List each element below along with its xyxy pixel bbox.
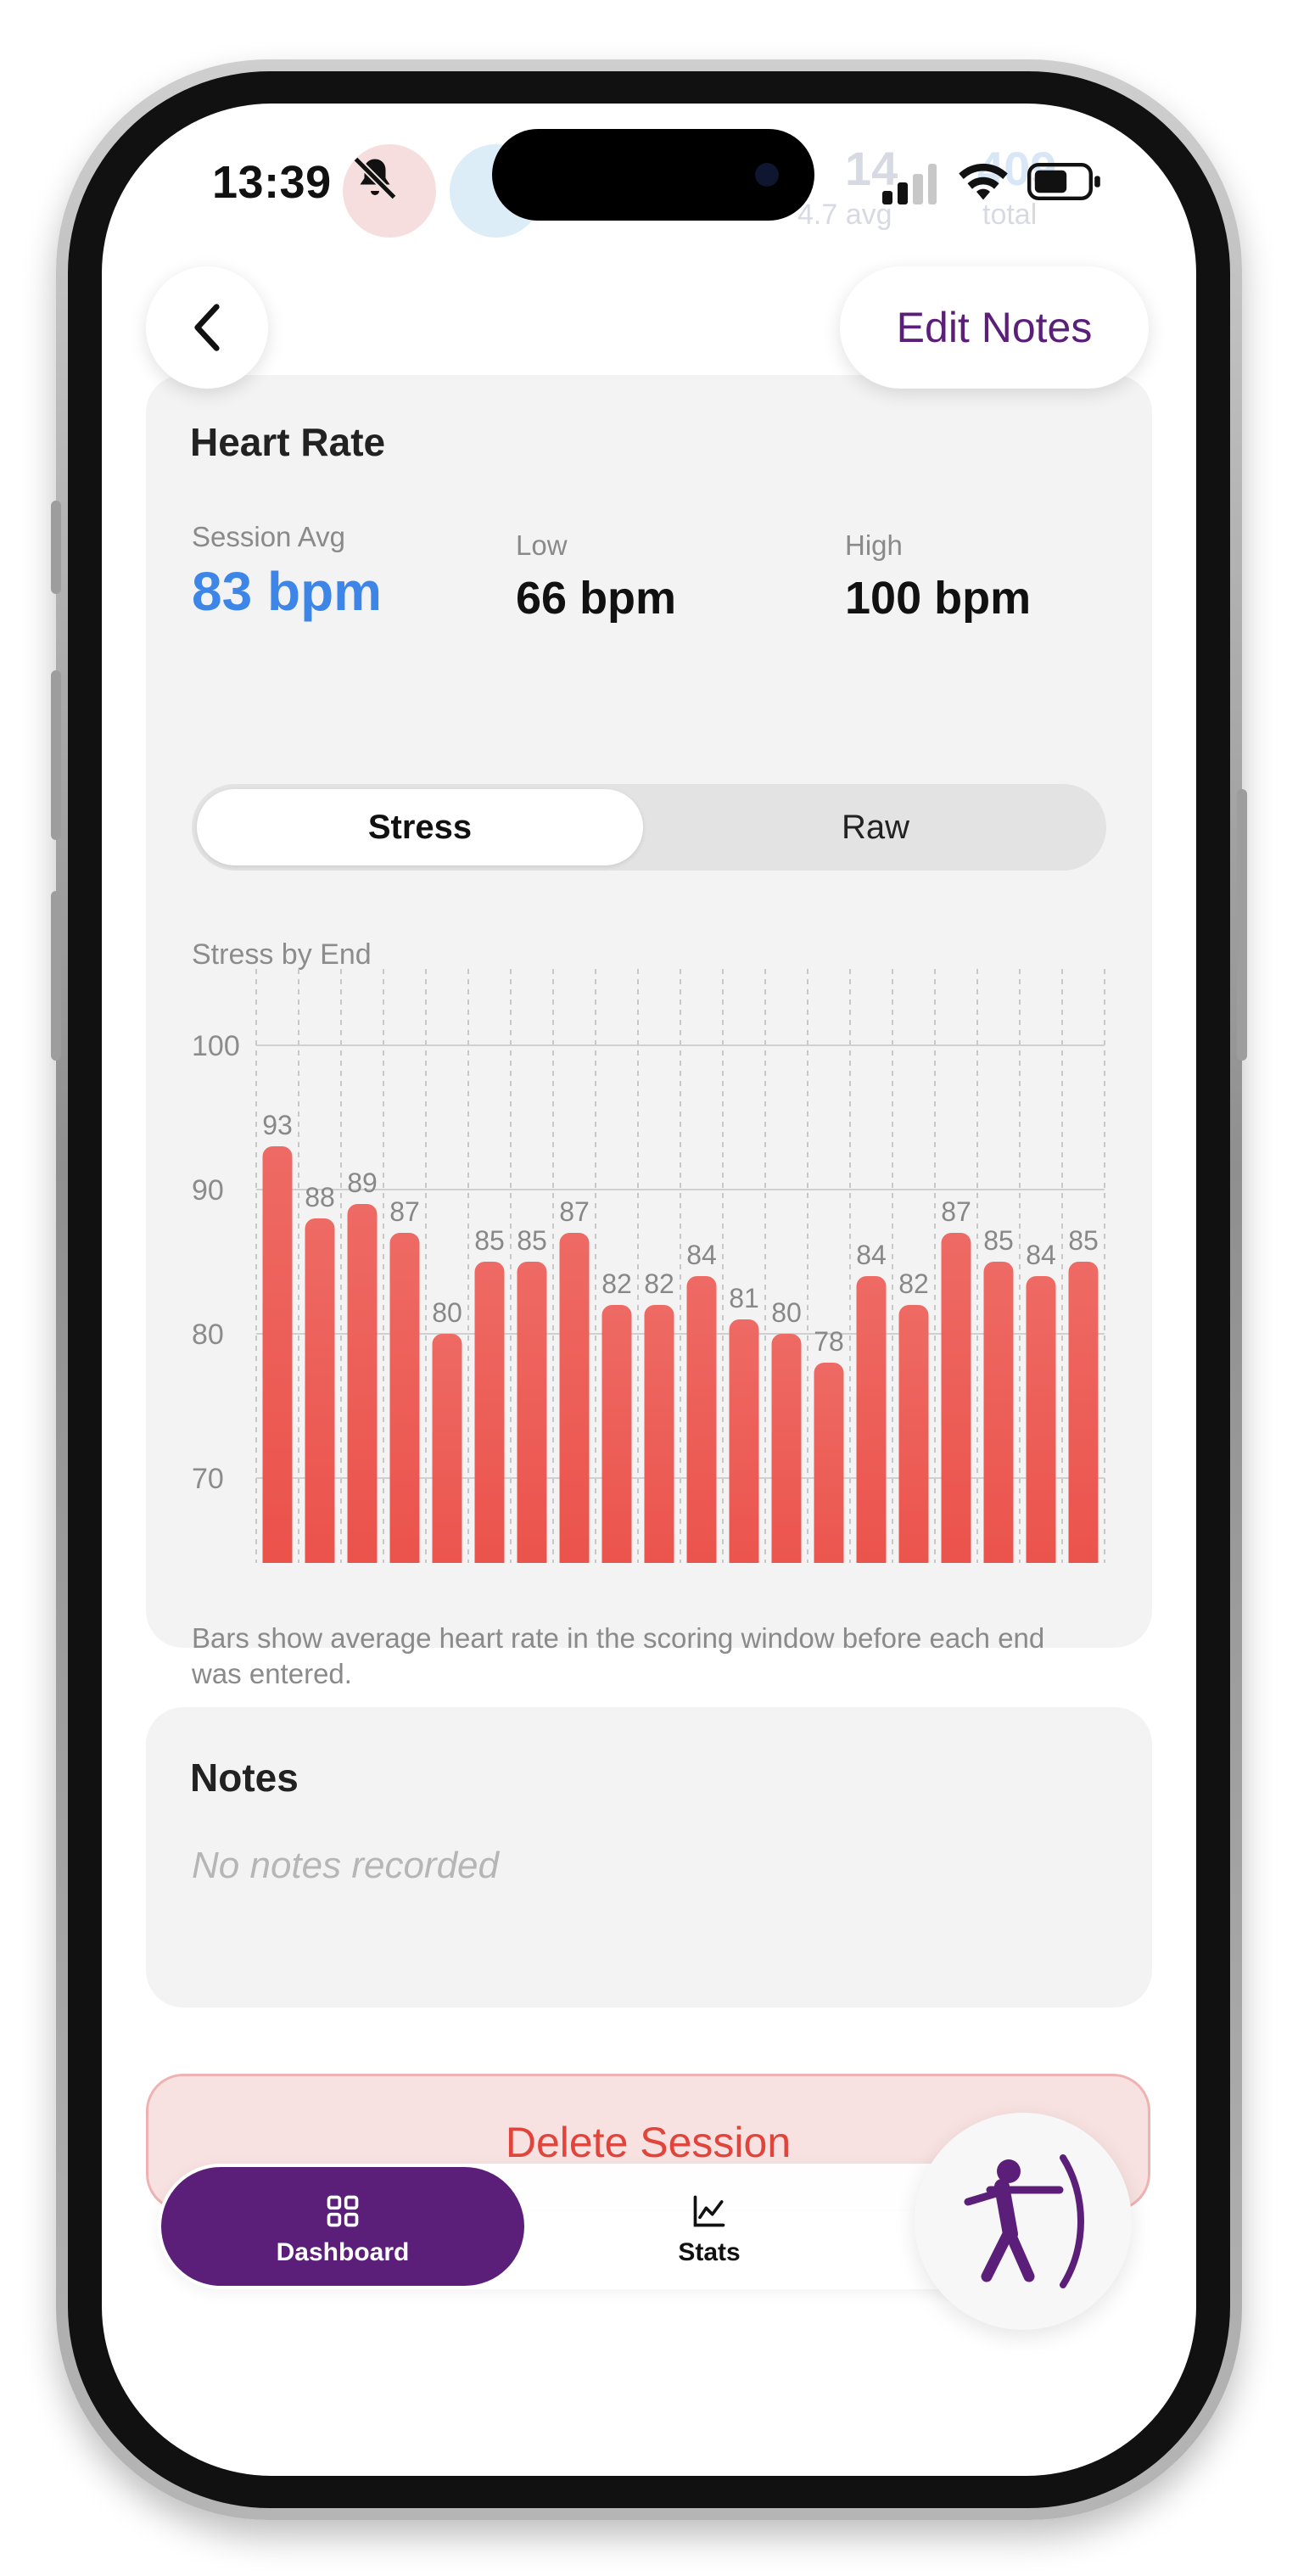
bar-value-label: 84 bbox=[856, 1240, 887, 1270]
bar-value-label: 78 bbox=[814, 1326, 844, 1357]
chart-bar[interactable] bbox=[601, 1305, 632, 1563]
tab-stats[interactable]: Stats bbox=[531, 2167, 887, 2286]
ghost-header-sub-1: 4.7 avg bbox=[797, 199, 892, 231]
chart-bar[interactable] bbox=[347, 1204, 378, 1563]
chart-bar[interactable] bbox=[898, 1305, 929, 1563]
bar-value-label: 89 bbox=[347, 1168, 378, 1198]
y-tick-label: 80 bbox=[192, 1319, 224, 1351]
tab-dashboard-label: Dashboard bbox=[276, 2238, 410, 2266]
tab-bar: Dashboard Stats bbox=[158, 2164, 1028, 2289]
chart-bar[interactable] bbox=[517, 1262, 547, 1563]
front-camera bbox=[755, 163, 779, 187]
notes-title: Notes bbox=[190, 1756, 299, 1800]
grid-icon bbox=[327, 2195, 359, 2227]
chart-bar[interactable] bbox=[262, 1146, 293, 1563]
chart-bar[interactable] bbox=[771, 1334, 802, 1563]
side-button-volume-down bbox=[51, 891, 61, 1061]
bar-value-label: 87 bbox=[389, 1196, 420, 1227]
chart-bar[interactable] bbox=[389, 1233, 420, 1563]
bar-value-label: 88 bbox=[305, 1182, 335, 1212]
app-screen: 14 4.7 avg 409 total 13:39 Heart Rate Se… bbox=[102, 104, 1196, 2476]
battery-icon bbox=[1027, 163, 1100, 200]
line-chart-icon bbox=[693, 2195, 725, 2227]
side-button-volume-up bbox=[51, 670, 61, 840]
chart-bar[interactable] bbox=[729, 1319, 759, 1563]
y-tick-label: 100 bbox=[192, 1030, 240, 1062]
chart-footnote: Bars show average heart rate in the scor… bbox=[192, 1622, 1045, 1689]
ghost-header-sub-2: total bbox=[982, 199, 1038, 231]
bar-value-label: 93 bbox=[262, 1110, 293, 1140]
bar-value-label: 85 bbox=[983, 1225, 1014, 1256]
wifi-icon bbox=[959, 163, 1008, 200]
chart-bar[interactable] bbox=[941, 1233, 971, 1563]
chart-bar[interactable] bbox=[814, 1363, 844, 1563]
tab-stats-label: Stats bbox=[678, 2238, 741, 2266]
bar-value-label: 84 bbox=[686, 1240, 717, 1270]
bar-value-label: 85 bbox=[517, 1225, 547, 1256]
side-button-action bbox=[51, 501, 61, 594]
notes-empty-text: No notes recorded bbox=[192, 1845, 499, 1886]
notes-card: Notes No notes recorded bbox=[146, 1707, 1152, 2008]
side-button-power bbox=[1237, 789, 1247, 1061]
bar-value-label: 81 bbox=[729, 1283, 759, 1313]
y-tick-label: 90 bbox=[192, 1174, 224, 1207]
bar-value-label: 80 bbox=[771, 1297, 802, 1328]
cellular-signal-icon bbox=[882, 164, 937, 204]
chevron-left-icon bbox=[194, 304, 220, 351]
bar-value-label: 85 bbox=[1068, 1225, 1099, 1256]
stress-by-end-chart: 70809010093E188…89…87…80…85…85E787…82…82… bbox=[192, 969, 1105, 1563]
chart-bar[interactable] bbox=[856, 1276, 887, 1563]
archer-icon bbox=[964, 2154, 1084, 2288]
edit-notes-button[interactable]: Edit Notes bbox=[840, 266, 1149, 389]
y-tick-label: 70 bbox=[192, 1463, 224, 1495]
chart-bar[interactable] bbox=[432, 1334, 462, 1563]
new-session-fab[interactable] bbox=[915, 2113, 1132, 2330]
device-mockup: 14 4.7 avg 409 total 13:39 Heart Rate Se… bbox=[0, 0, 1298, 2576]
chart-bar[interactable] bbox=[305, 1218, 335, 1563]
chart-bar[interactable] bbox=[474, 1262, 505, 1563]
bar-value-label: 82 bbox=[898, 1268, 929, 1299]
chart-bar[interactable] bbox=[983, 1262, 1014, 1563]
chart-bar[interactable] bbox=[559, 1233, 590, 1563]
chart-bar[interactable] bbox=[686, 1276, 717, 1563]
bar-value-label: 82 bbox=[601, 1268, 632, 1299]
chart-bar[interactable] bbox=[1026, 1276, 1056, 1563]
bar-value-label: 84 bbox=[1026, 1240, 1056, 1270]
status-time: 13:39 bbox=[212, 157, 332, 208]
bar-value-label: 87 bbox=[559, 1196, 590, 1227]
dynamic-island bbox=[492, 129, 814, 221]
bell-slash-icon bbox=[353, 156, 397, 200]
heart-rate-card: Heart Rate Session Avg 83 bpm Low 66 bpm… bbox=[146, 375, 1152, 1689]
tab-dashboard[interactable]: Dashboard bbox=[161, 2167, 524, 2286]
bar-value-label: 82 bbox=[644, 1268, 674, 1299]
chart-bar[interactable] bbox=[1068, 1262, 1099, 1563]
bar-value-label: 80 bbox=[432, 1297, 462, 1328]
bar-value-label: 87 bbox=[941, 1196, 971, 1227]
bar-value-label: 85 bbox=[474, 1225, 505, 1256]
chart-bar[interactable] bbox=[644, 1305, 674, 1563]
back-button[interactable] bbox=[146, 266, 268, 389]
